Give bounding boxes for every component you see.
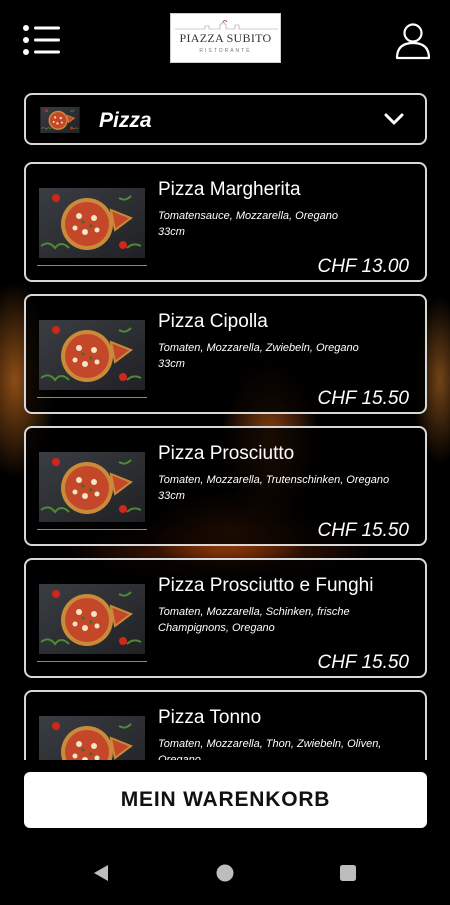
user-icon (395, 23, 431, 60)
divider (37, 529, 147, 530)
item-price: CHF 15.50 (317, 388, 409, 409)
item-description: Tomaten, Mozzarella, Trutenschinken, Ore… (158, 474, 390, 502)
pizza-image (39, 452, 145, 522)
item-name: Pizza Tonno (158, 707, 262, 728)
home-circle-icon[interactable] (216, 864, 234, 882)
item-name: Pizza Cipolla (158, 311, 268, 332)
system-navigation-bar (0, 846, 450, 900)
item-description: Tomaten, Mozzarella, Schinken, frische C… (158, 606, 350, 634)
menu-item-card[interactable]: Pizza Cipolla Tomaten, Mozzarella, Zwieb… (24, 294, 427, 414)
pizza-image (39, 320, 145, 390)
item-price: CHF 15.50 (317, 652, 409, 673)
chevron-down-icon (384, 113, 404, 125)
item-name: Pizza Prosciutto e Funghi (158, 575, 374, 596)
category-label: Pizza (99, 109, 152, 132)
pizza-image (39, 188, 145, 258)
item-price: CHF 13.00 (317, 256, 409, 277)
pizza-image (39, 584, 145, 654)
pizza-thumbnail (39, 107, 81, 133)
item-name: Pizza Prosciutto (158, 443, 295, 464)
item-description: Tomaten, Mozzarella, Thon, Zwiebeln, Oli… (158, 738, 382, 760)
divider (37, 265, 147, 266)
menu-button[interactable] (22, 24, 64, 56)
item-name: Pizza Margherita (158, 179, 301, 200)
menu-item-card[interactable]: Pizza Tonno Tomaten, Mozzarella, Thon, Z… (24, 690, 427, 760)
restaurant-logo[interactable]: PIAZZA SUBITO RISTORANTE (170, 13, 281, 63)
cart-button[interactable]: MEIN WARENKORB (24, 772, 427, 828)
recents-square-icon[interactable] (340, 865, 356, 881)
menu-item-card[interactable]: Pizza Prosciutto e Funghi Tomaten, Mozza… (24, 558, 427, 678)
logo-text: PIAZZA SUBITO (179, 30, 272, 45)
hamburger-menu-icon (23, 25, 60, 55)
item-description: Tomatensauce, Mozzarella, Oregano 33cm (158, 210, 338, 238)
app-header: PIAZZA SUBITO RISTORANTE (0, 0, 450, 80)
menu-item-list[interactable]: Pizza Margherita Tomatensauce, Mozzarell… (0, 160, 450, 760)
menu-item-card[interactable]: Pizza Prosciutto Tomaten, Mozzarella, Tr… (24, 426, 427, 546)
user-account-button[interactable] (395, 22, 431, 60)
menu-item-card[interactable]: Pizza Margherita Tomatensauce, Mozzarell… (24, 162, 427, 282)
skyline-icon (175, 20, 278, 30)
divider (37, 397, 147, 398)
item-description: Tomaten, Mozzarella, Zwiebeln, Oregano 33… (158, 342, 359, 370)
category-dropdown[interactable]: Pizza (24, 93, 427, 145)
pizza-image (39, 716, 145, 760)
back-triangle-icon[interactable] (94, 865, 108, 881)
logo-subtext: RISTORANTE (199, 47, 252, 54)
item-price: CHF 15.50 (317, 520, 409, 541)
divider (37, 661, 147, 662)
